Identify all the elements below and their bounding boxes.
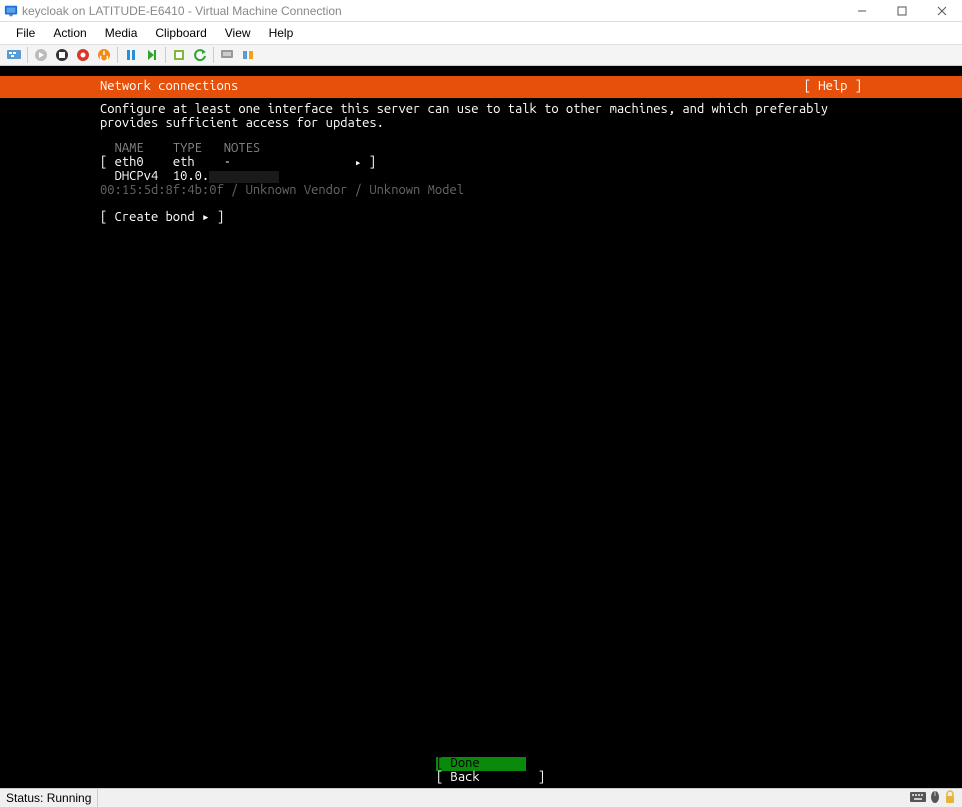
menu-help[interactable]: Help (261, 24, 302, 42)
revert-icon[interactable] (190, 46, 210, 64)
help-button[interactable]: [ Help ] (804, 80, 862, 94)
menubar: File Action Media Clipboard View Help (0, 22, 962, 44)
maximize-button[interactable] (882, 0, 922, 22)
redacted-ip (209, 171, 279, 183)
installer-header: Network connections [ Help ] (0, 76, 962, 98)
vm-app-icon (4, 4, 18, 18)
chevron-right-icon: ▸ (355, 157, 362, 169)
installer-instructions: Configure at least one interface this se… (100, 102, 862, 130)
interface-table: NAME TYPE NOTES [ eth0 eth - ▸ ] DHCPv4 … (100, 142, 862, 224)
menu-view[interactable]: View (217, 24, 259, 42)
create-bond-button[interactable]: [ Create bond ▸ ] (100, 210, 224, 224)
turn-off-icon[interactable] (52, 46, 72, 64)
installer-body: Configure at least one interface this se… (100, 102, 862, 224)
toolbar-separator (165, 47, 166, 63)
status-bar: Status: Running (0, 788, 962, 807)
installer-footer: [ Done ] [ Back ] (0, 757, 962, 784)
pause-icon[interactable] (121, 46, 141, 64)
toolbar (0, 44, 962, 66)
interface-dhcp-row: DHCPv4 10.0. (100, 169, 279, 183)
reset-icon[interactable] (142, 46, 162, 64)
window-titlebar: keycloak on LATITUDE-E6410 - Virtual Mac… (0, 0, 962, 22)
status-tray (904, 790, 962, 807)
start-icon[interactable] (31, 46, 51, 64)
lock-icon (944, 790, 956, 807)
installer-title: Network connections (100, 80, 804, 94)
col-name: NAME TYPE NOTES (100, 141, 260, 155)
toolbar-separator (27, 47, 28, 63)
close-button[interactable] (922, 0, 962, 22)
interface-mac-line: 00:15:5d:8f:4b:0f / Unknown Vendor / Unk… (100, 183, 464, 197)
menu-action[interactable]: Action (45, 24, 94, 42)
done-button[interactable]: [ Done ] (436, 757, 526, 771)
menu-clipboard[interactable]: Clipboard (147, 24, 214, 42)
window-controls (842, 0, 962, 22)
toolbar-separator (213, 47, 214, 63)
shutdown-icon[interactable] (73, 46, 93, 64)
enhanced-session-icon[interactable] (217, 46, 237, 64)
interface-row-eth0[interactable]: [ eth0 eth - ▸ ] (100, 155, 376, 169)
menu-file[interactable]: File (8, 24, 43, 42)
keyboard-icon (910, 791, 926, 806)
mouse-icon (930, 790, 940, 807)
vm-console[interactable]: Network connections [ Help ] Configure a… (0, 66, 962, 788)
window-title: keycloak on LATITUDE-E6410 - Virtual Mac… (22, 4, 842, 18)
toolbar-separator (117, 47, 118, 63)
status-label: Status: Running (0, 789, 98, 807)
ctrl-alt-del-icon[interactable] (4, 46, 24, 64)
minimize-button[interactable] (842, 0, 882, 22)
share-icon[interactable] (238, 46, 258, 64)
menu-media[interactable]: Media (97, 24, 146, 42)
save-icon[interactable] (94, 46, 114, 64)
back-button[interactable]: [ Back ] (436, 771, 526, 785)
checkpoint-icon[interactable] (169, 46, 189, 64)
